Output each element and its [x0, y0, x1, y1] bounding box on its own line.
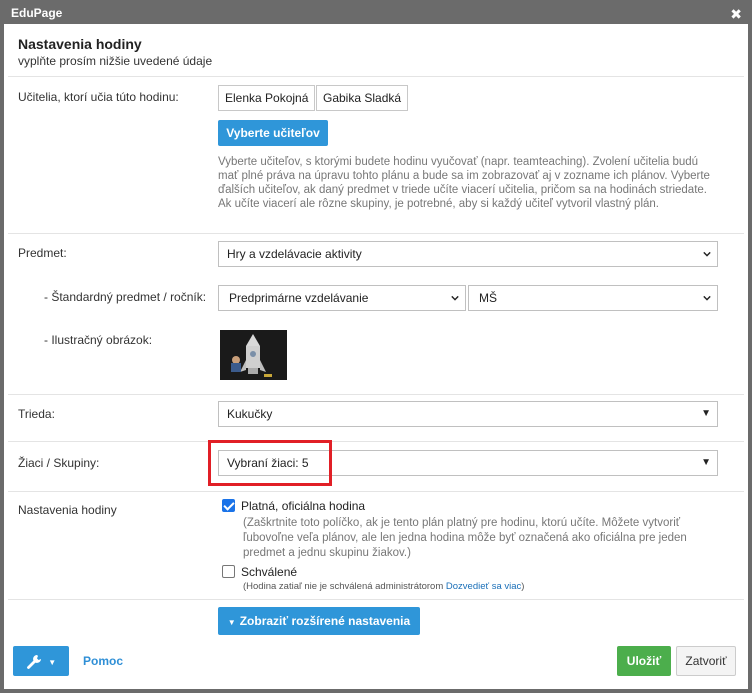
image-label: - Ilustračný obrázok: [44, 333, 153, 347]
divider [8, 491, 744, 492]
rocket-illustration [220, 330, 287, 380]
teacher-chip[interactable]: Gabika Sladká [316, 85, 409, 111]
subject-select[interactable]: Hry a vzdelávacie aktivity [218, 241, 718, 267]
standard-subject-value: Predprimárne vzdelávanie [229, 291, 369, 305]
close-icon[interactable]: ✖ [730, 5, 742, 23]
students-label: Žiaci / Skupiny: [18, 456, 100, 470]
save-button[interactable]: Uložiť [617, 646, 671, 676]
dialog-header: Nastavenia hodiny vyplňte prosím nižšie … [18, 36, 212, 68]
page-title: Nastavenia hodiny [18, 36, 142, 52]
dropdown-arrow-icon: ▼ [701, 408, 711, 419]
class-label: Trieda: [18, 407, 55, 421]
standard-subject-select[interactable]: Predprimárne vzdelávanie [218, 285, 466, 311]
advanced-settings-button[interactable]: ▼ Zobraziť rozšírené nastavenia [218, 607, 420, 635]
subject-label: Predmet: [18, 246, 67, 260]
divider [8, 599, 744, 600]
caret-down-icon: ▼ [48, 658, 57, 667]
chevron-down-icon [703, 251, 711, 257]
learn-more-link[interactable]: Dozvedieť sa viac [446, 581, 521, 592]
lesson-settings-dialog: EduPage ✖ Nastavenia hodiny vyplňte pros… [0, 0, 752, 693]
select-teachers-button[interactable]: Vyberte učiteľov [218, 120, 328, 146]
divider [8, 441, 744, 442]
official-lesson-checkbox[interactable] [222, 499, 235, 512]
divider [8, 394, 744, 395]
official-lesson-note: (Zaškrtnite toto políčko, ak je tento pl… [243, 517, 687, 559]
help-link[interactable]: Pomoc [83, 654, 123, 668]
window-titlebar: EduPage ✖ [4, 4, 748, 24]
close-button[interactable]: Zatvoriť [676, 646, 736, 676]
approved-note-end: ) [521, 581, 525, 592]
approved-note: (Hodina zatiaľ nie je schválená administ… [243, 581, 524, 592]
page-subtitle: vyplňte prosím nižšie uvedené údaje [18, 54, 213, 68]
illustration-image[interactable] [220, 330, 287, 380]
advanced-settings-label: Zobraziť rozšírené nastavenia [239, 614, 411, 628]
approved-checkbox[interactable] [222, 565, 235, 578]
lesson-settings-label: Nastavenia hodiny [18, 503, 117, 517]
grade-value: MŠ [479, 291, 497, 305]
approved-label: Schválené [241, 565, 298, 579]
approved-note-text: (Hodina zatiaľ nie je schválená administ… [243, 581, 444, 592]
teacher-chip[interactable]: Elenka Pokojná [218, 85, 316, 111]
class-select[interactable]: Kukučky ▼ [218, 401, 718, 427]
teachers-label: Učitelia, ktorí učia túto hodinu: [18, 90, 179, 104]
divider [8, 76, 744, 77]
divider [8, 233, 744, 234]
grade-select[interactable]: MŠ [468, 285, 718, 311]
subject-value: Hry a vzdelávacie aktivity [227, 247, 362, 261]
chevron-down-icon [451, 295, 459, 301]
wrench-icon [26, 654, 41, 669]
highlight-box [208, 440, 332, 486]
class-value: Kukučky [227, 407, 273, 421]
teachers-help-text: Vyberte učiteľov, s ktorými budete hodin… [218, 156, 710, 210]
tools-menu-button[interactable]: ▼ [13, 646, 69, 676]
window-title: EduPage [11, 6, 63, 20]
dropdown-arrow-icon: ▼ [701, 457, 711, 468]
caret-down-icon: ▼ [227, 618, 236, 627]
standard-subject-label: - Štandardný predmet / ročník: [44, 290, 207, 304]
official-lesson-label: Platná, oficiálna hodina [241, 499, 366, 513]
chevron-down-icon [703, 295, 711, 301]
